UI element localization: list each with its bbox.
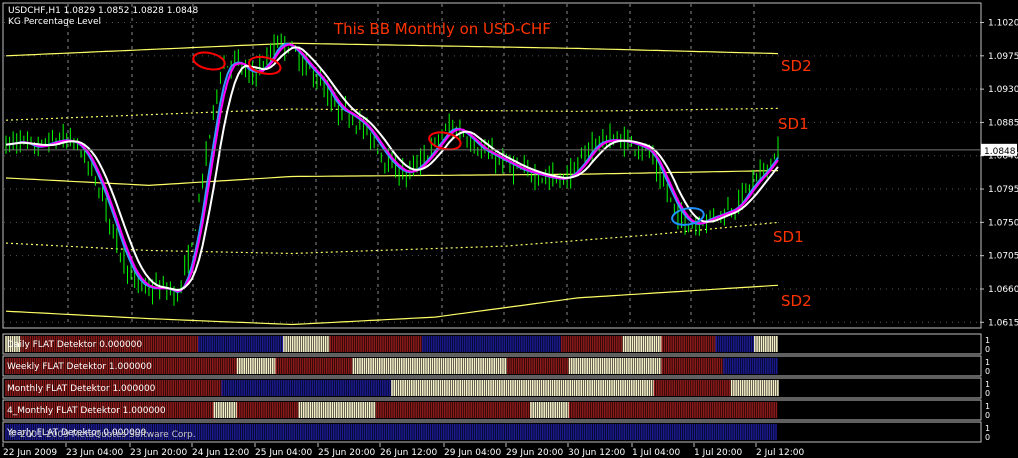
- label-upper-sd2: SD2: [781, 57, 812, 75]
- panel-scale-1: 1: [985, 380, 990, 389]
- flat-detector-panel: Monthly FLAT Detektor 1.000000 10: [2, 377, 990, 399]
- x-tick-label: 1 Jul 04:00: [632, 448, 681, 458]
- x-tick-label: 1 Jul 20:00: [694, 448, 743, 458]
- x-tick-label: 23 Jun 20:00: [130, 448, 187, 458]
- panel-label: Monthly FLAT Detektor 1.000000: [7, 384, 156, 394]
- y-tick-label: 1.0795: [988, 185, 1018, 195]
- x-tick-label: 29 Jun 20:00: [506, 448, 563, 458]
- x-tick-label: 30 Jun 12:00: [568, 448, 625, 458]
- panel-scale-0: 0: [985, 345, 990, 354]
- indicator-panels: Daily FLAT Detektor 0.000000 10Weekly FLA…: [2, 333, 990, 443]
- label-lower-sd2: SD2: [781, 292, 812, 310]
- indicator-header: KG Percentage Level: [8, 17, 101, 27]
- panel-scale-1: 1: [985, 424, 990, 433]
- y-tick-label: 1.0750: [988, 218, 1018, 228]
- panel-label: Daily FLAT Detektor 0.000000: [7, 340, 142, 350]
- y-tick-label: 1.0705: [988, 252, 1018, 262]
- y-tick-label: 1.0615: [988, 318, 1018, 328]
- x-tick-label: 2 Jul 12:00: [756, 448, 805, 458]
- panel-scale-1: 1: [985, 402, 990, 411]
- current-price-label: 1.0848: [984, 147, 1016, 157]
- x-tick-label: 22 Jun 2009: [3, 448, 57, 458]
- y-tick-label: 1.1020: [988, 19, 1018, 29]
- panel-scale-0: 0: [985, 367, 990, 376]
- copyright-text: © 2001-2009 MetaQuotes Software Corp.: [8, 430, 196, 440]
- panel-scale-1: 1: [985, 358, 990, 367]
- x-tick-label: 26 Jun 12:00: [380, 448, 437, 458]
- y-tick-label: 1.0975: [988, 52, 1018, 62]
- chart-title: This BB Monthly on USD-CHF: [333, 20, 551, 38]
- panel-scale-1: 1: [985, 336, 990, 345]
- panel-scale-0: 0: [985, 433, 990, 442]
- flat-detector-panel: Weekly FLAT Detektor 1.000000 10: [2, 355, 990, 377]
- x-tick-label: 25 Jun 04:00: [255, 448, 312, 458]
- y-tick-label: 1.0885: [988, 118, 1018, 128]
- panel-label: 4_Monthly FLAT Detektor 1.000000: [7, 406, 166, 416]
- y-tick-label: 1.0660: [988, 285, 1018, 295]
- symbol-header: USDCHF,H1 1.0829 1.0852 1.0828 1.0848: [8, 6, 198, 16]
- x-tick-label: 24 Jun 12:00: [192, 448, 249, 458]
- x-tick-label: 29 Jun 04:00: [444, 448, 501, 458]
- flat-detector-panel: 4_Monthly FLAT Detektor 1.000000 10: [2, 399, 990, 421]
- y-tick-label: 1.0930: [988, 85, 1018, 95]
- x-tick-label: 25 Jun 20:00: [318, 448, 375, 458]
- panel-scale-0: 0: [985, 411, 990, 420]
- label-lower-sd1: SD1: [773, 228, 804, 246]
- chart-canvas: 1.10201.09751.09301.08851.08401.07951.07…: [0, 0, 1018, 458]
- panel-label: Weekly FLAT Detektor 1.000000: [7, 362, 152, 372]
- panel-scale-0: 0: [985, 389, 990, 398]
- label-upper-sd1: SD1: [778, 115, 809, 133]
- x-tick-label: 23 Jun 04:00: [66, 448, 123, 458]
- flat-detector-panel: Daily FLAT Detektor 0.000000 10: [2, 333, 990, 355]
